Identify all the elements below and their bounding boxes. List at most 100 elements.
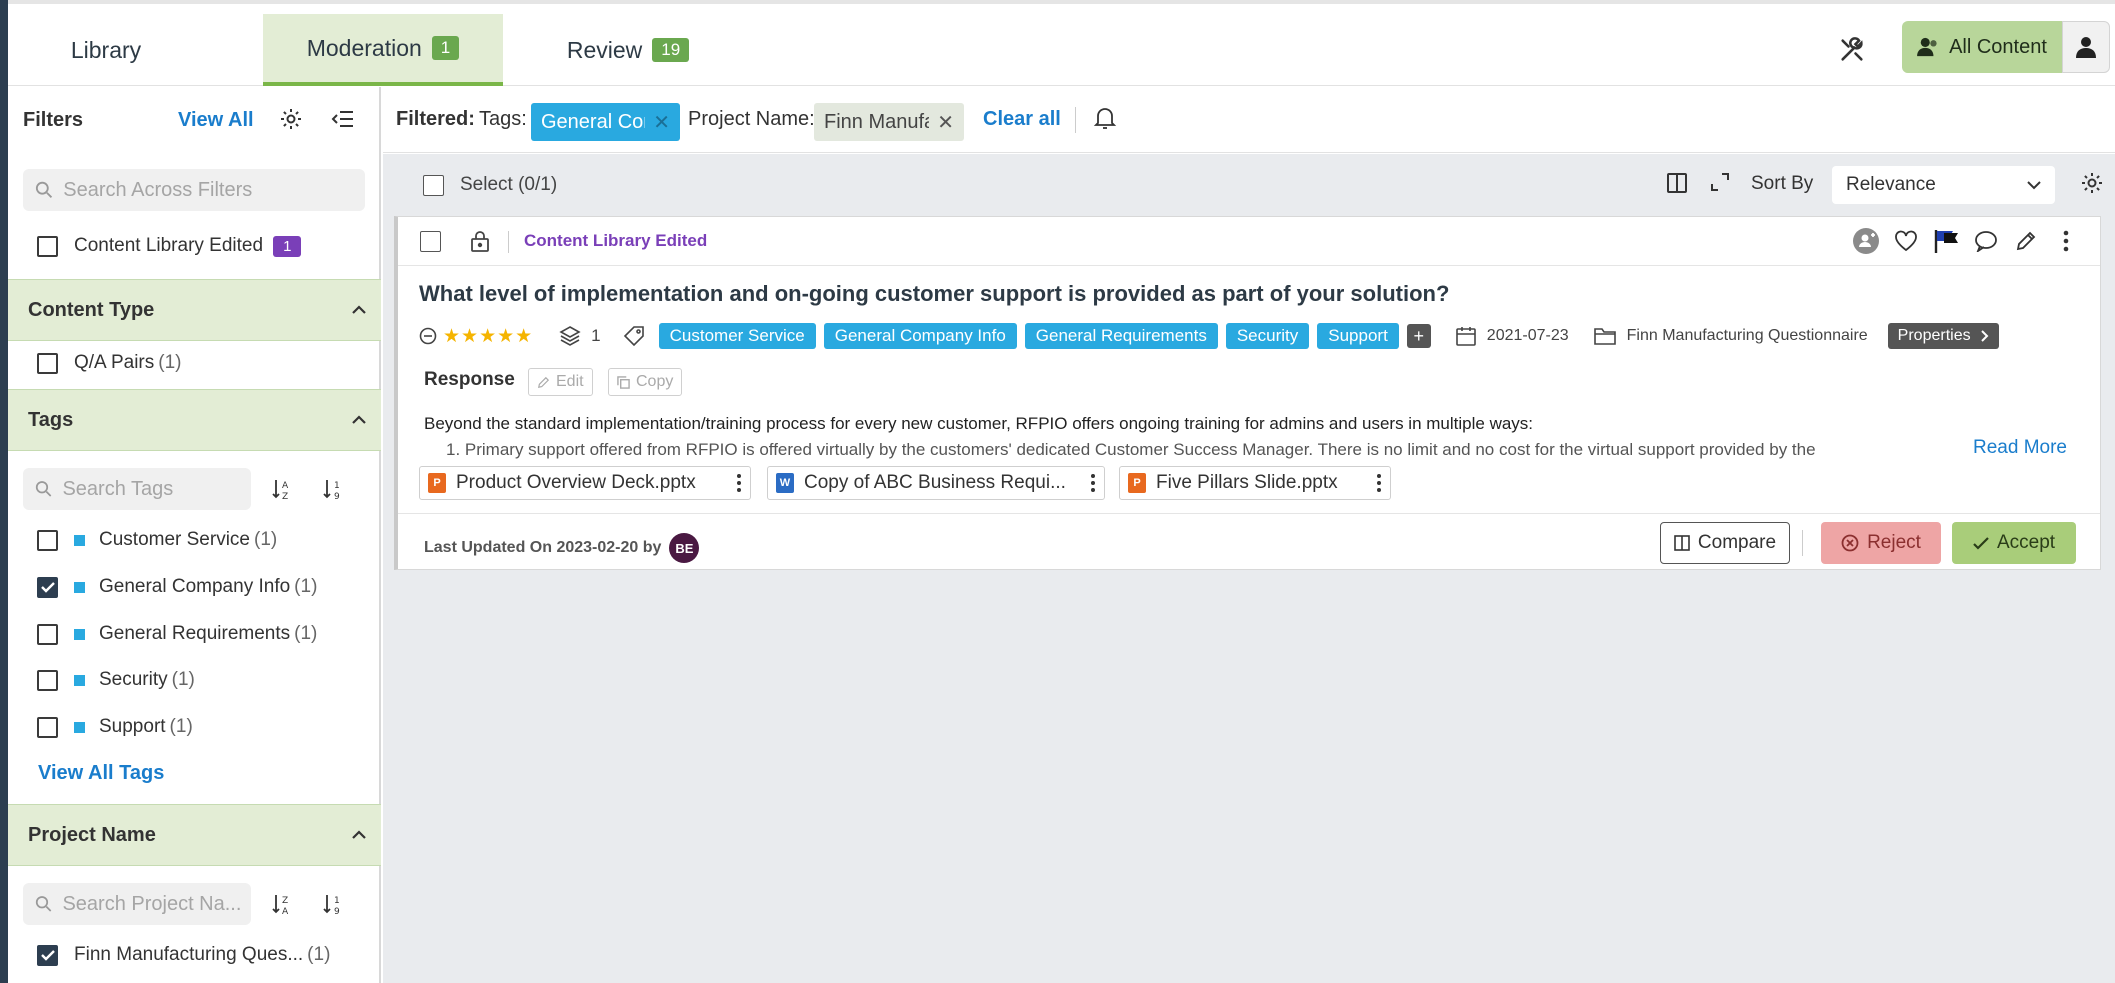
tags-filter-label: Tags: xyxy=(479,108,527,130)
card-tag[interactable]: Customer Service xyxy=(658,323,816,349)
checkbox[interactable] xyxy=(37,623,58,645)
checkbox[interactable] xyxy=(423,174,444,196)
card-actions xyxy=(1852,227,2080,255)
tab-library-label: Library xyxy=(70,36,142,63)
flag-button[interactable] xyxy=(1932,227,1960,255)
sort-projects-numeric-button[interactable]: 19 xyxy=(319,889,349,919)
tag-item-label: Security xyxy=(99,669,168,690)
card-tag[interactable]: Security xyxy=(1225,323,1310,349)
tags-section-header[interactable]: Tags xyxy=(8,389,381,451)
favorite-button[interactable] xyxy=(1892,227,1920,255)
project-filter-label: Project Name: xyxy=(688,108,815,130)
edit-button[interactable] xyxy=(2012,227,2040,255)
tab-review[interactable]: Review 19 xyxy=(548,14,708,86)
tab-library[interactable]: Library xyxy=(26,14,186,86)
checkbox[interactable] xyxy=(37,352,58,374)
response-text-line: Beyond the standard implementation/train… xyxy=(424,414,1534,433)
filter-settings-button[interactable] xyxy=(276,104,306,134)
read-more-link[interactable]: Read More xyxy=(1973,437,2067,459)
more-options-button[interactable] xyxy=(2052,227,2080,255)
remove-chip-icon[interactable]: ✕ xyxy=(937,110,954,135)
tags-filter-chip[interactable]: General Con ✕ xyxy=(531,103,680,141)
content-type-section-header[interactable]: Content Type xyxy=(8,279,381,341)
sort-by-select[interactable]: Relevance xyxy=(1832,166,2055,204)
view-all-tags-link[interactable]: View All Tags xyxy=(38,762,164,785)
search-filters-box[interactable] xyxy=(23,169,365,211)
clear-all-link[interactable]: Clear all xyxy=(983,108,1061,131)
project-item-finn-manufacturing[interactable]: Finn Manufacturing Ques... (1) xyxy=(37,944,330,966)
tag-item-security[interactable]: Security (1) xyxy=(37,669,195,691)
svg-text:Z: Z xyxy=(282,492,288,501)
avatar[interactable]: BE xyxy=(669,533,700,563)
star-rating[interactable]: ★★★★★ xyxy=(443,325,533,348)
lock-button[interactable] xyxy=(470,230,490,258)
project-name-section-header[interactable]: Project Name xyxy=(8,804,381,866)
tag-item-general-requirements[interactable]: General Requirements (1) xyxy=(37,623,317,645)
folder-icon xyxy=(1593,328,1616,345)
attachment-chip[interactable]: P Five Pillars Slide.pptx xyxy=(1119,466,1391,500)
sort-tags-alpha-button[interactable]: AZ xyxy=(268,474,298,504)
tag-item-general-company-info[interactable]: General Company Info (1) xyxy=(37,576,317,598)
project-name-title: Project Name xyxy=(28,823,156,846)
tag-color-swatch xyxy=(74,534,85,546)
checkbox-checked[interactable] xyxy=(37,576,58,598)
filters-title: Filters xyxy=(23,109,84,131)
copy-response-button[interactable]: Copy xyxy=(608,368,683,396)
search-project-box[interactable] xyxy=(23,883,251,925)
search-filters-input[interactable] xyxy=(63,178,365,202)
sort-tags-numeric-button[interactable]: 19 xyxy=(319,474,349,504)
kebab-menu-icon[interactable] xyxy=(1090,473,1096,493)
all-content-button[interactable]: All Content xyxy=(1902,21,2062,73)
attachment-chip[interactable]: W Copy of ABC Business Requi... xyxy=(767,466,1105,500)
card-tag[interactable]: Support xyxy=(1317,323,1399,349)
checkbox[interactable] xyxy=(37,716,58,738)
split-view-button[interactable] xyxy=(1665,171,1689,201)
tools-button[interactable] xyxy=(1834,32,1870,68)
search-tags-box[interactable] xyxy=(23,468,251,510)
attachment-chip[interactable]: P Product Overview Deck.pptx xyxy=(419,466,751,500)
tags-filter-chip-label: General Con xyxy=(541,110,646,133)
card-select-checkbox[interactable] xyxy=(420,231,441,252)
search-tags-input[interactable] xyxy=(62,477,251,501)
search-project-input[interactable] xyxy=(62,892,251,916)
add-collaborator-button[interactable] xyxy=(1852,227,1880,255)
comment-button[interactable] xyxy=(1972,227,2000,255)
card-tag[interactable]: General Company Info xyxy=(823,323,1017,349)
properties-button[interactable]: Properties xyxy=(1887,323,1999,349)
content-type-item-qa-pairs[interactable]: Q/A Pairs (1) xyxy=(37,352,181,374)
view-settings-button[interactable] xyxy=(2080,171,2104,201)
checkbox-checked[interactable] xyxy=(37,944,58,966)
all-content-label: All Content xyxy=(1949,35,2047,58)
checkbox[interactable] xyxy=(37,529,58,551)
question-title[interactable]: What level of implementation and on-goin… xyxy=(419,281,1449,307)
tag-item-customer-service[interactable]: Customer Service (1) xyxy=(37,529,277,551)
accept-button[interactable]: Accept xyxy=(1952,522,2076,564)
card-tag[interactable]: General Requirements xyxy=(1024,323,1218,349)
tag-item-support[interactable]: Support (1) xyxy=(37,716,193,738)
collapse-sidebar-button[interactable] xyxy=(328,104,358,134)
remove-chip-icon[interactable]: ✕ xyxy=(653,110,670,135)
card-project[interactable]: Finn Manufacturing Questionnaire xyxy=(1627,327,1868,345)
tab-moderation[interactable]: Moderation 1 xyxy=(263,14,503,86)
user-menu-button[interactable] xyxy=(2062,21,2110,73)
content-library-edited-filter[interactable]: Content Library Edited 1 xyxy=(37,235,302,257)
edit-response-button[interactable]: Edit xyxy=(528,368,593,396)
notify-button[interactable] xyxy=(1093,105,1117,137)
kebab-menu-icon[interactable] xyxy=(1376,473,1382,493)
flag-icon xyxy=(1934,230,1958,253)
select-all[interactable]: Select (0/1) xyxy=(423,174,557,196)
project-filter-chip[interactable]: Finn Manufa ✕ xyxy=(814,103,964,141)
compare-label: Compare xyxy=(1697,532,1777,553)
compare-button[interactable]: Compare xyxy=(1660,522,1790,564)
view-all-filters-link[interactable]: View All xyxy=(178,109,254,132)
reject-button[interactable]: Reject xyxy=(1821,522,1941,564)
checkbox[interactable] xyxy=(37,235,58,257)
sort-projects-alpha-button[interactable]: ZA xyxy=(268,889,298,919)
checkbox[interactable] xyxy=(37,669,58,691)
pptx-icon: P xyxy=(1128,473,1146,493)
add-tag-button[interactable]: + xyxy=(1406,324,1431,348)
kebab-menu-icon[interactable] xyxy=(736,473,742,493)
collapse-menu-icon xyxy=(331,111,353,127)
expand-button[interactable] xyxy=(1709,171,1731,199)
sort-by-value: Relevance xyxy=(1846,174,1936,195)
